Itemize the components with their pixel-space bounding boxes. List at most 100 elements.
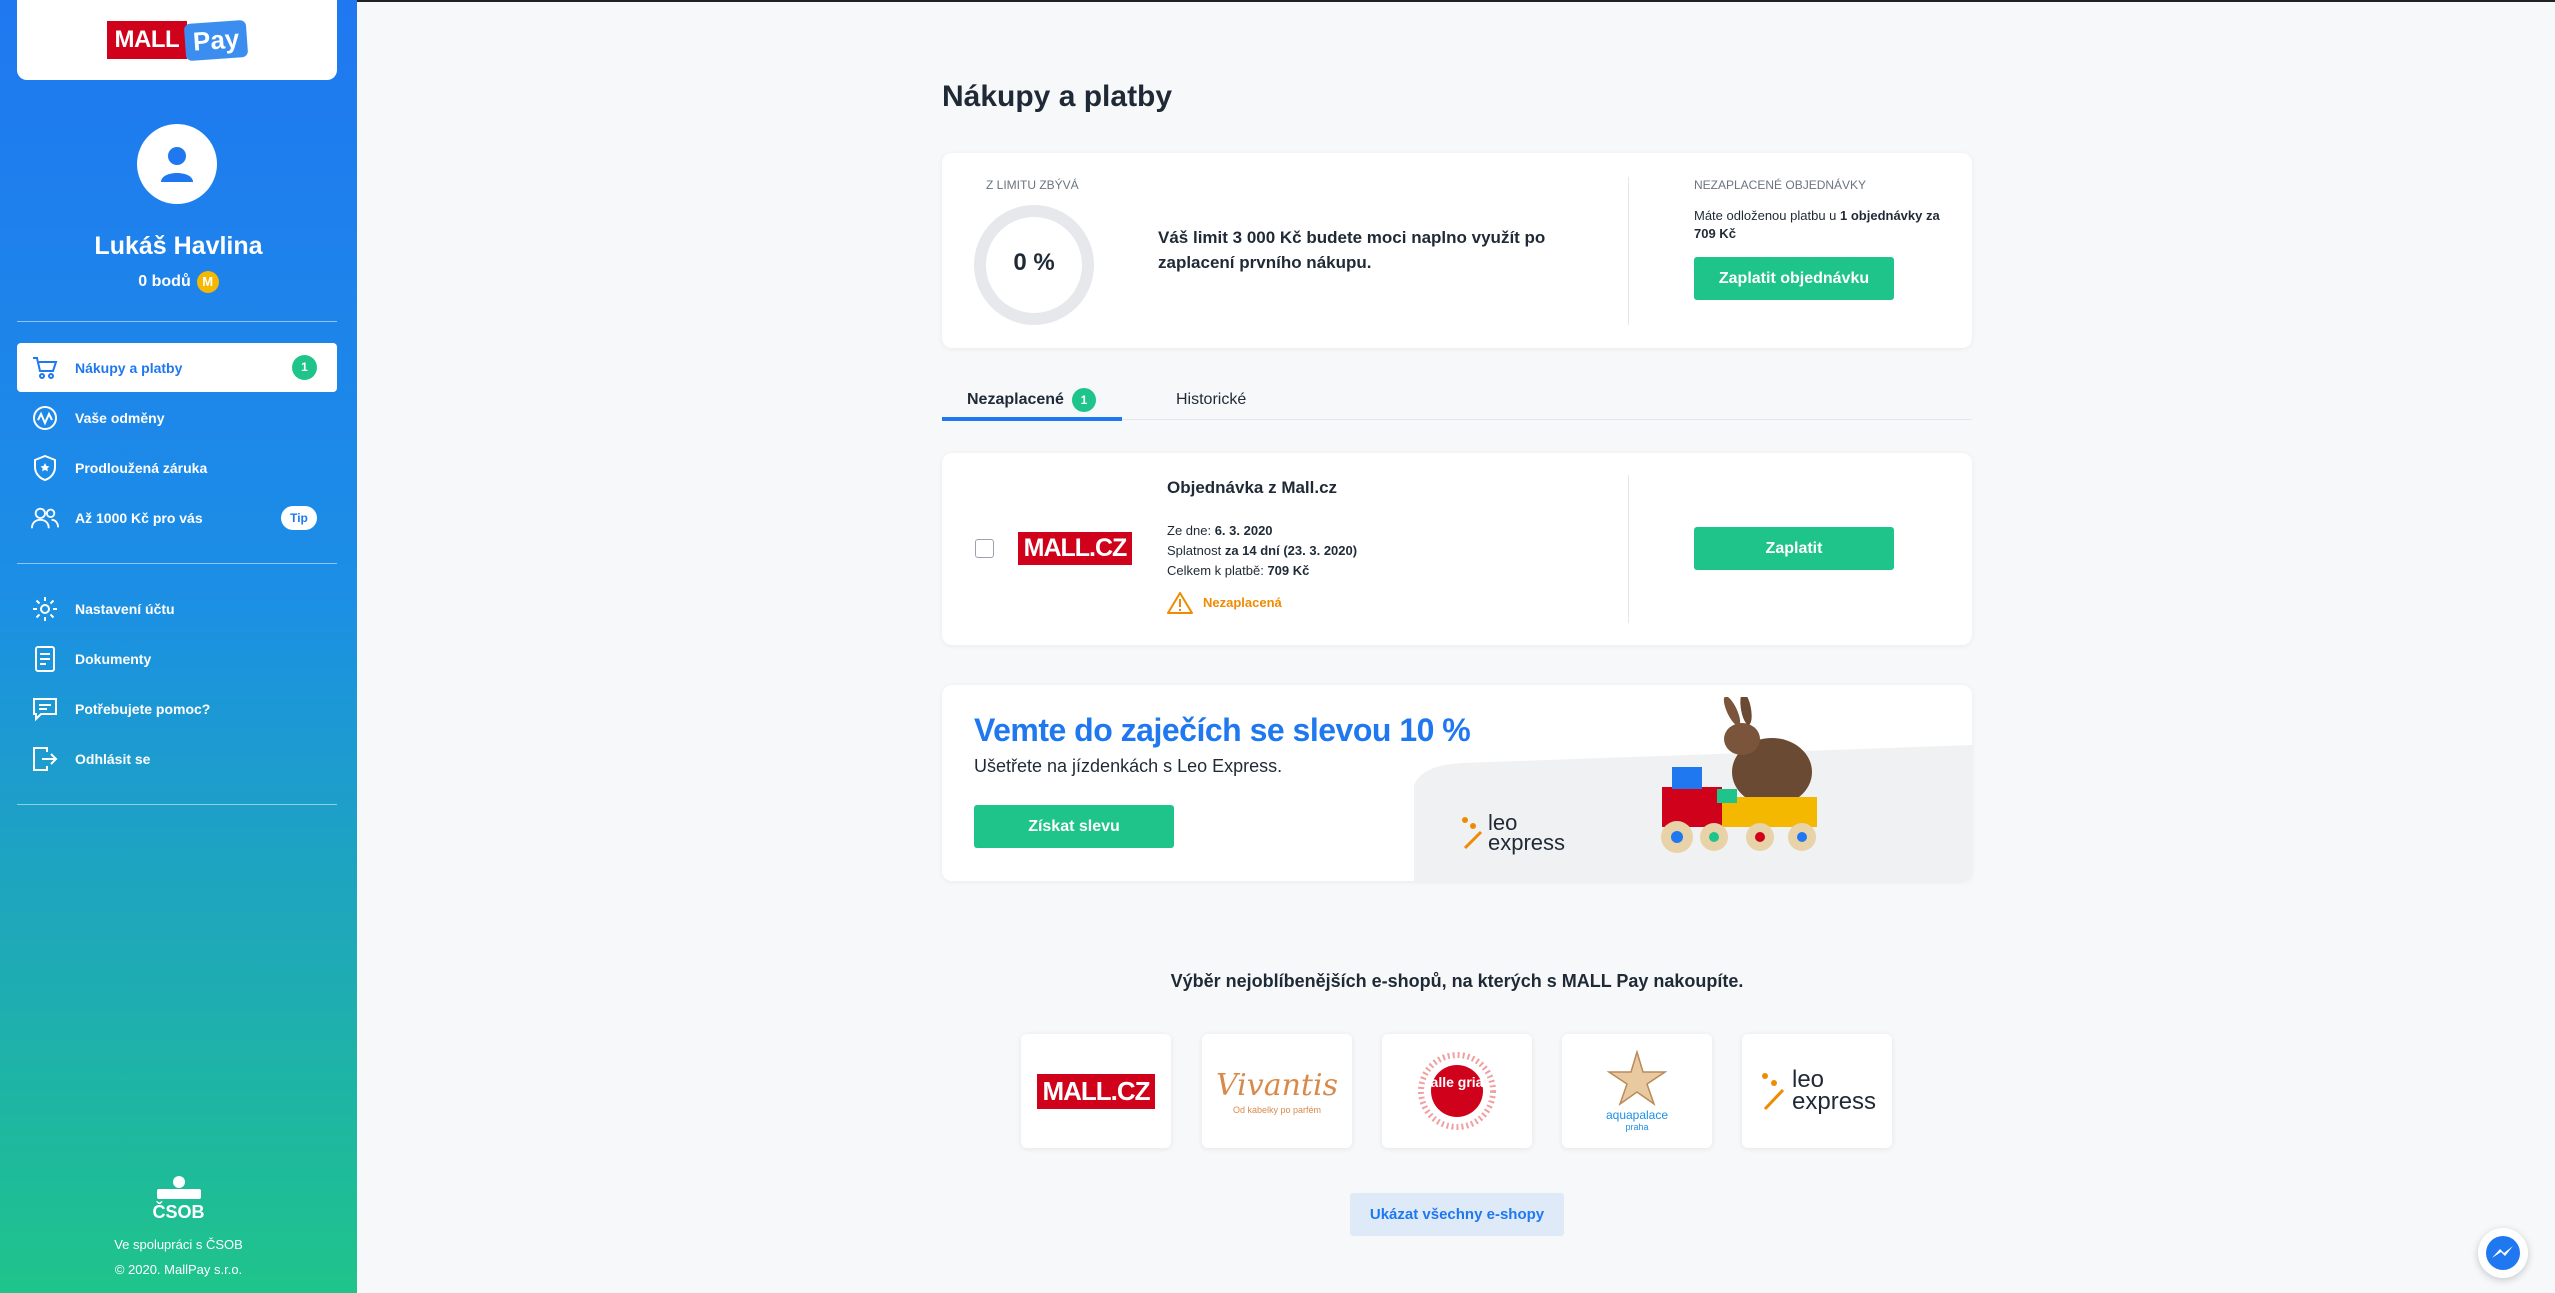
leo-dots-icon [1462, 817, 1483, 850]
unpaid-text-prefix: Máte odloženou platbu u [1694, 208, 1840, 223]
partner-text: Ve spolupráci s ČSOB [114, 1237, 243, 1252]
copyright-text: © 2020. MallPay s.r.o. [114, 1262, 243, 1277]
sidebar-divider [17, 804, 337, 805]
sidebar-item-label: Prodloužená záruka [75, 459, 208, 476]
sidebar-item-label: Vaše odměny [75, 409, 165, 426]
tab-label: Historické [1176, 391, 1247, 408]
tip-badge: Tip [281, 505, 317, 530]
shop-aquapalace[interactable]: aquapalace praha [1562, 1034, 1712, 1148]
mall-cz-logo: MALL.CZ [1018, 532, 1132, 565]
express-text: express [1488, 830, 1566, 855]
user-points: 0 bodů M [0, 271, 357, 293]
coin-icon: M [196, 271, 219, 293]
logout-icon [31, 745, 59, 773]
leo-dots-icon [1762, 1073, 1785, 1111]
total-label: Celkem k platbě: [1167, 563, 1268, 578]
order-due: Splatnost za 14 dní (23. 3. 2020) [1167, 541, 1357, 561]
promo-title: Vemte do zaječích se slevou 10 % [974, 712, 1471, 748]
user-icon [161, 147, 193, 182]
vivantis-logo: Vivantis [1216, 1067, 1338, 1103]
people-icon [31, 504, 59, 532]
card-divider [1628, 475, 1629, 623]
due-value: za 14 dní (23. 3. 2020) [1224, 543, 1358, 558]
order-details: Ze dne: 6. 3. 2020 Splatnost za 14 dní (… [1167, 521, 1357, 581]
user-name: Lukáš Havlina [94, 232, 263, 260]
shop-allegria[interactable]: alle gria [1382, 1034, 1532, 1148]
rewards-icon [31, 404, 59, 432]
aquapalace-logo: aquapalace [1605, 1108, 1669, 1122]
promo-subtitle: Ušetřete na jízdenkách s Leo Express. [974, 756, 1283, 776]
page-title: Nákupy a platby [942, 80, 1173, 113]
tab-unpaid[interactable]: Nezaplacené 1 [967, 388, 1096, 412]
get-discount-button[interactable]: Získat slevu [974, 805, 1174, 848]
order-date: Ze dne: 6. 3. 2020 [1167, 521, 1357, 541]
sidebar-item-referral[interactable]: Až 1000 Kč pro vás Tip [17, 493, 337, 542]
count-badge: 1 [292, 355, 317, 380]
limit-percent: 0 % [1013, 249, 1055, 276]
cart-icon [31, 354, 59, 382]
chat-icon [31, 695, 59, 723]
shop-mall[interactable]: MALL.CZ [1021, 1034, 1171, 1148]
shop-vivantis[interactable]: Vivantis Od kabelky po parfém [1202, 1034, 1352, 1148]
order-checkbox[interactable] [975, 539, 994, 558]
show-all-shops-button[interactable]: Ukázat všechny e-shopy [1350, 1193, 1564, 1236]
order-title: Objednávka z Mall.cz [1167, 478, 1338, 497]
tab-label: Nezaplacené [967, 391, 1064, 408]
shop-leoexpress[interactable]: leo express [1742, 1034, 1892, 1148]
csob-text: ČSOB [152, 1202, 205, 1222]
sidebar-item-label: Dokumenty [75, 650, 152, 667]
document-icon [31, 645, 59, 673]
pay-button[interactable]: Zaplatit [1694, 527, 1894, 570]
sidebar: MALL Pay Lukáš Havlina 0 bodů M Nákupy a … [0, 0, 357, 1293]
sidebar-item-label: Až 1000 Kč pro vás [75, 509, 203, 526]
order-status: Nezaplacená [1167, 591, 1282, 614]
sidebar-item-label: Nákupy a platby [75, 359, 183, 376]
warning-icon [1167, 592, 1193, 614]
rabbit-train-illustration [1661, 697, 1817, 853]
due-label: Splatnost [1167, 543, 1225, 558]
tab-active-indicator [942, 417, 1122, 421]
sidebar-item-purchases[interactable]: Nákupy a platby 1 [17, 343, 337, 392]
limit-card: Z LIMITU ZBÝVÁ 0 % Váš limit 3 000 Kč bu… [942, 153, 1972, 348]
vivantis-tagline: Od kabelky po parfém [1232, 1104, 1322, 1115]
sidebar-item-rewards[interactable]: Vaše odměny [17, 393, 337, 442]
date-value: 6. 3. 2020 [1214, 523, 1273, 538]
avatar[interactable] [137, 124, 217, 204]
pay-order-button[interactable]: Zaplatit objednávku [1694, 257, 1894, 300]
status-text: Nezaplacená [1203, 595, 1282, 610]
card-divider [1628, 177, 1629, 325]
count-badge: 1 [1071, 388, 1096, 412]
sidebar-item-settings[interactable]: Nastavení účtu [17, 584, 337, 633]
sidebar-divider [17, 321, 337, 322]
order-card: MALL.CZ Objednávka z Mall.cz Ze dne: 6. … [942, 453, 1972, 645]
sidebar-item-documents[interactable]: Dokumenty [17, 634, 337, 683]
csob-logo: ČSOB [0, 1175, 357, 1223]
sidebar-item-label: Odhlásit se [75, 750, 151, 767]
mallpay-logo[interactable]: MALL Pay [17, 0, 337, 80]
sidebar-item-help[interactable]: Potřebujete pomoc? [17, 684, 337, 733]
shops-heading: Výběr nejoblíbenějších e-shopů, na který… [1170, 971, 1744, 991]
shield-icon [31, 454, 59, 482]
total-value: 709 Kč [1267, 563, 1310, 578]
limit-label: Z LIMITU ZBÝVÁ [986, 178, 1079, 192]
tab-history[interactable]: Historické [1176, 388, 1246, 412]
sidebar-item-label: Potřebujete pomoc? [75, 700, 211, 717]
starfish-icon [1607, 1050, 1667, 1106]
logo-mall-text: MALL [106, 21, 188, 59]
leo-express-logo: leo express [1462, 812, 1566, 855]
csob-mark-icon [156, 1176, 201, 1199]
logo-pay-text: Pay [183, 19, 249, 61]
sidebar-item-label: Nastavení účtu [75, 600, 175, 617]
sidebar-item-logout[interactable]: Odhlásit se [17, 734, 337, 783]
points-text: 0 bodů [138, 273, 191, 291]
messenger-icon [2486, 1236, 2520, 1270]
unpaid-label: NEZAPLACENÉ OBJEDNÁVKY [1694, 178, 1867, 192]
allegria-logo: alle gria [1430, 1074, 1484, 1090]
gear-icon [31, 595, 59, 623]
sidebar-item-warranty[interactable]: Prodloužená záruka [17, 443, 337, 492]
aquapalace-sub: praha [1625, 1122, 1649, 1132]
date-label: Ze dne: [1167, 523, 1215, 538]
unpaid-text: Máte odloženou platbu u 1 objednávky za … [1694, 207, 1944, 243]
order-total: Celkem k platbě: 709 Kč [1167, 561, 1357, 581]
messenger-chat-button[interactable] [2478, 1228, 2528, 1278]
